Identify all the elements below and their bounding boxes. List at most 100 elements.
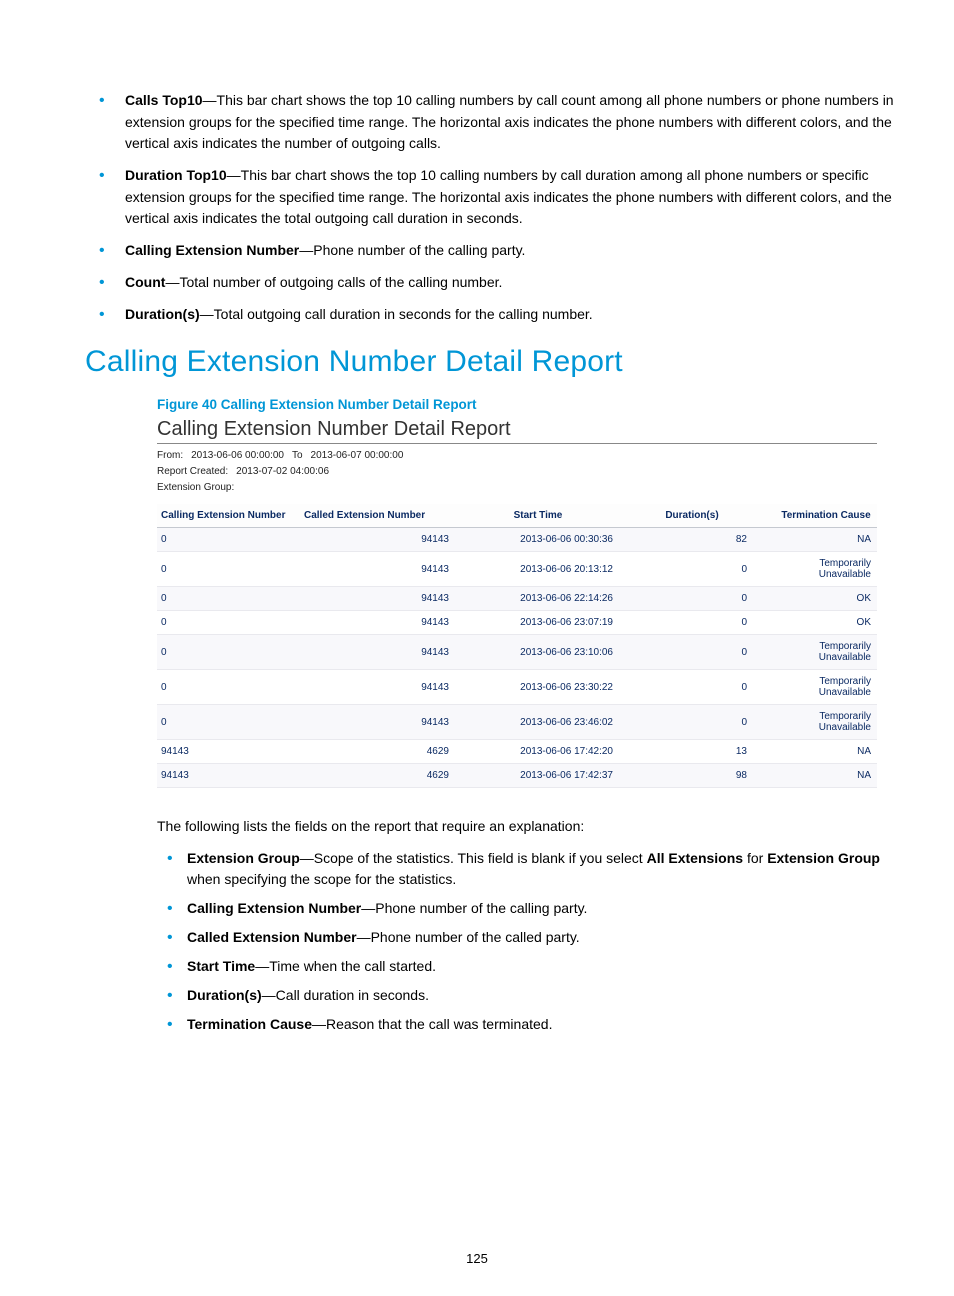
table-row: 0941432013-06-06 23:07:190OK [157,611,877,635]
table-row: 9414346292013-06-06 17:42:2013NA [157,740,877,764]
cell-called: 94143 [300,528,459,552]
description: —Total outgoing call duration in seconds… [200,306,593,322]
table-header-row: Calling Extension Number Called Extensio… [157,504,877,528]
list-item: Called Extension Number—Phone number of … [157,927,894,948]
cell-calling: 0 [157,611,300,635]
report-title: Calling Extension Number Detail Report [157,418,877,444]
cell-calling: 0 [157,587,300,611]
table-row: 0941432013-06-06 23:30:220Temporarily Un… [157,670,877,705]
term: Duration(s) [125,306,200,322]
list-item: Extension Group—Scope of the statistics.… [157,848,894,890]
table-row: 0941432013-06-06 22:14:260OK [157,587,877,611]
cell-termination: NA [777,764,877,788]
bottom-bullet-list: Extension Group—Scope of the statistics.… [157,848,894,1035]
cell-start: 2013-06-06 23:07:19 [459,611,633,635]
created-label: Report Created: [157,464,228,480]
list-item: Termination Cause—Reason that the call w… [157,1014,894,1035]
col-header-termination: Termination Cause [777,504,877,528]
cell-called: 4629 [300,740,459,764]
list-item: Count—Total number of outgoing calls of … [85,272,894,294]
cell-start: 2013-06-06 23:30:22 [459,670,633,705]
cell-duration: 13 [633,740,777,764]
cell-called: 94143 [300,670,459,705]
col-header-called: Called Extension Number [300,504,459,528]
cell-duration: 82 [633,528,777,552]
table-row: 0941432013-06-06 20:13:120Temporarily Un… [157,552,877,587]
term: Calling Extension Number [187,900,361,916]
description: —Call duration in seconds. [262,987,429,1003]
cell-start: 2013-06-06 17:42:37 [459,764,633,788]
section-title: Calling Extension Number Detail Report [85,345,894,379]
cell-start: 2013-06-06 17:42:20 [459,740,633,764]
to-value: 2013-06-07 00:00:00 [311,448,404,464]
cell-called: 94143 [300,635,459,670]
col-header-start: Start Time [459,504,633,528]
term: Duration Top10 [125,167,227,183]
inline-bold: Extension Group [767,850,880,866]
cell-duration: 0 [633,705,777,740]
page: Calls Top10—This bar chart shows the top… [0,0,954,1296]
list-item: Calling Extension Number—Phone number of… [157,898,894,919]
term: Calling Extension Number [125,242,299,258]
cell-termination: Temporarily Unavailable [777,635,877,670]
ext-group-label: Extension Group: [157,480,234,496]
cell-calling: 94143 [157,764,300,788]
table-row: 9414346292013-06-06 17:42:3798NA [157,764,877,788]
cell-termination: NA [777,740,877,764]
cell-calling: 94143 [157,740,300,764]
table-row: 0941432013-06-06 00:30:3682NA [157,528,877,552]
description: —This bar chart shows the top 10 calling… [125,92,894,151]
term: Start Time [187,958,255,974]
cell-calling: 0 [157,705,300,740]
table-row: 0941432013-06-06 23:46:020Temporarily Un… [157,705,877,740]
cell-called: 4629 [300,764,459,788]
description: for [743,850,767,866]
cell-start: 2013-06-06 23:10:06 [459,635,633,670]
inline-bold: All Extensions [647,850,743,866]
term: Calls Top10 [125,92,203,108]
term: Duration(s) [187,987,262,1003]
term: Called Extension Number [187,929,357,945]
cell-start: 2013-06-06 00:30:36 [459,528,633,552]
cell-calling: 0 [157,670,300,705]
cell-called: 94143 [300,611,459,635]
cell-start: 2013-06-06 22:14:26 [459,587,633,611]
from-value: 2013-06-06 00:00:00 [191,448,284,464]
created-value: 2013-07-02 04:00:06 [236,464,329,480]
term: Extension Group [187,850,300,866]
cell-termination: OK [777,587,877,611]
list-item: Duration Top10—This bar chart shows the … [85,165,894,230]
description: —Phone number of the calling party. [299,242,525,258]
cell-duration: 0 [633,552,777,587]
cell-termination: OK [777,611,877,635]
list-item: Duration(s)—Call duration in seconds. [157,985,894,1006]
description: —Phone number of the called party. [357,929,580,945]
description: when specifying the scope for the statis… [187,871,456,887]
post-figure-text: The following lists the fields on the re… [157,816,894,838]
list-item: Calls Top10—This bar chart shows the top… [85,90,894,155]
top-bullet-list: Calls Top10—This bar chart shows the top… [85,90,894,325]
cell-duration: 0 [633,635,777,670]
report-meta-created-row: Report Created: 2013-07-02 04:00:06 [157,464,877,480]
col-header-duration: Duration(s) [633,504,777,528]
description: —This bar chart shows the top 10 calling… [125,167,892,226]
cell-calling: 0 [157,635,300,670]
report-table: Calling Extension Number Called Extensio… [157,504,877,788]
description: —Total number of outgoing calls of the c… [165,274,502,290]
cell-start: 2013-06-06 23:46:02 [459,705,633,740]
cell-duration: 0 [633,670,777,705]
report-figure: Calling Extension Number Detail Report F… [157,418,877,788]
description: —Phone number of the calling party. [361,900,587,916]
figure-caption: Figure 40 Calling Extension Number Detai… [157,397,894,412]
cell-termination: Temporarily Unavailable [777,705,877,740]
cell-duration: 98 [633,764,777,788]
description: —Reason that the call was terminated. [312,1016,552,1032]
table-row: 0941432013-06-06 23:10:060Temporarily Un… [157,635,877,670]
col-header-calling: Calling Extension Number [157,504,300,528]
list-item: Start Time—Time when the call started. [157,956,894,977]
page-number: 125 [0,1251,954,1266]
list-item: Duration(s)—Total outgoing call duration… [85,304,894,326]
cell-termination: NA [777,528,877,552]
term: Count [125,274,165,290]
cell-called: 94143 [300,587,459,611]
